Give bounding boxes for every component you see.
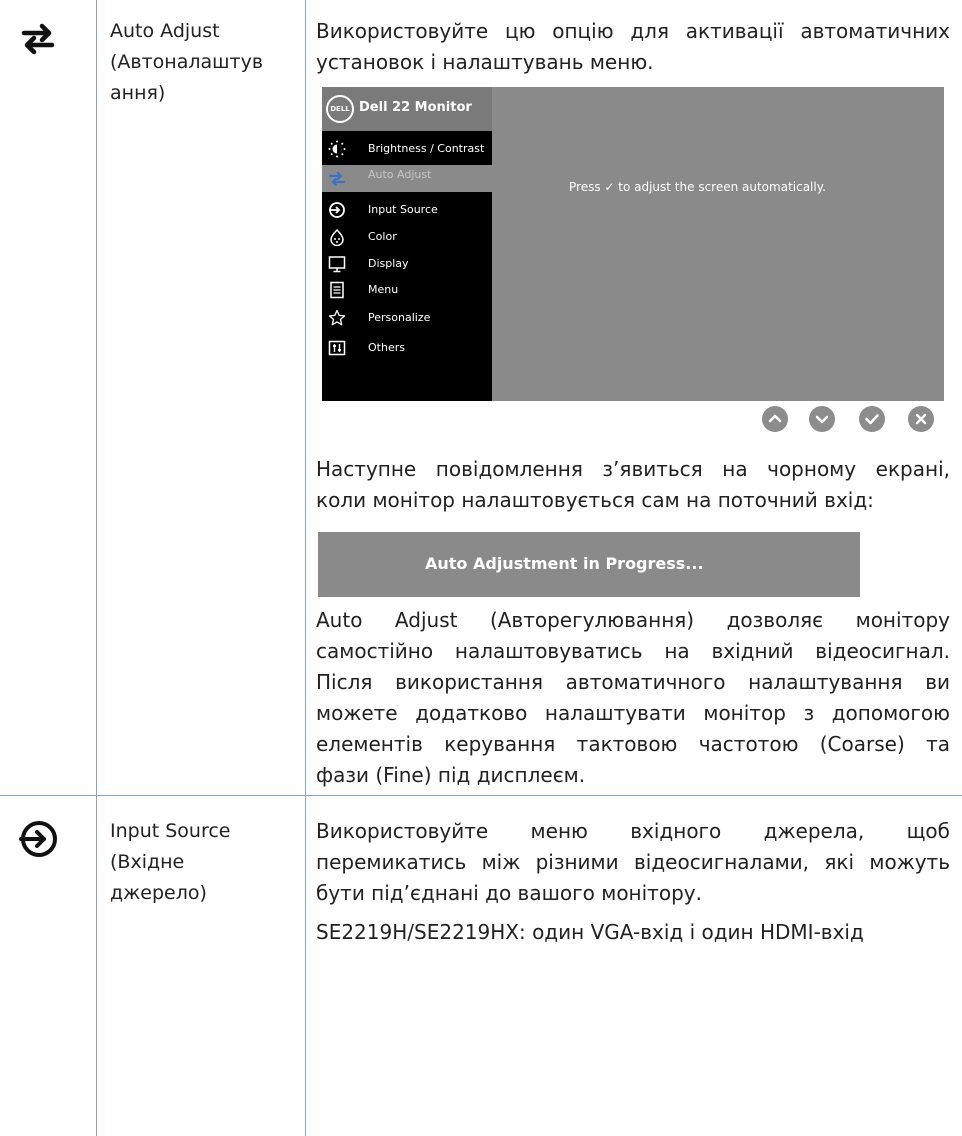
feature-translation-line: (Автоналаштув bbox=[110, 51, 264, 73]
text-line: бути під’єднані до вашого монітору. bbox=[316, 881, 702, 905]
feature-translation-line: джерело) bbox=[110, 882, 207, 904]
auto-adjust-body: Auto Adjust (Авторегулювання) дозволяє м… bbox=[316, 605, 950, 791]
display-monitor-icon bbox=[328, 256, 346, 273]
feature-name: Auto Adjust bbox=[110, 20, 220, 42]
check-icon[interactable] bbox=[859, 406, 885, 432]
osd-item-display[interactable]: Display bbox=[322, 251, 492, 278]
input-source-description: Використовуйте меню вхідного джерела, що… bbox=[316, 816, 950, 948]
osd-item-label: Brightness / Contrast bbox=[368, 142, 485, 155]
text-line: елементів керування тактовою частотою (C… bbox=[316, 732, 950, 756]
text-line: Після використання автоматичного налашту… bbox=[316, 670, 950, 694]
osd-item-label: Auto Adjust bbox=[368, 168, 432, 181]
osd-header: DELL Dell 22 Monitor bbox=[322, 87, 492, 131]
row-separator bbox=[0, 795, 962, 796]
after-osd-text: Наступне повідомлення з’явиться на чорно… bbox=[316, 454, 950, 516]
text-line: Auto Adjust (Авторегулювання) дозволяє м… bbox=[316, 608, 950, 632]
osd-item-brightness-contrast[interactable]: Brightness / Contrast bbox=[322, 136, 492, 163]
osd-item-input-source[interactable]: Input Source bbox=[322, 197, 492, 224]
text-line: Використовуйте цю опцію для активації ав… bbox=[316, 19, 950, 43]
feature-name: Input Source bbox=[110, 820, 231, 842]
osd-item-label: Menu bbox=[368, 283, 399, 296]
text-line: Наступне повідомлення з’явиться на чорно… bbox=[316, 457, 950, 481]
osd-item-menu[interactable]: Menu bbox=[322, 277, 492, 304]
osd-sidebar: DELL Dell 22 Monitor Brightness / Contra… bbox=[322, 87, 492, 401]
osd-item-label: Others bbox=[368, 341, 405, 354]
osd-item-personalize[interactable]: Personalize bbox=[322, 305, 492, 332]
color-palette-icon bbox=[330, 228, 344, 246]
dell-logo: DELL bbox=[326, 95, 354, 123]
input-source-icon bbox=[329, 202, 345, 218]
others-sliders-icon bbox=[328, 340, 346, 356]
star-icon bbox=[328, 309, 346, 326]
feature-name-input-source: Input Source (Вхідне джерело) bbox=[110, 816, 290, 909]
close-icon[interactable] bbox=[908, 406, 934, 432]
table-border-left bbox=[96, 0, 97, 1136]
text-line: фази (Fine) під дисплеєм. bbox=[316, 763, 586, 787]
chevron-up-icon[interactable] bbox=[762, 406, 788, 432]
osd-item-label: Input Source bbox=[368, 203, 438, 216]
osd-menu-screenshot: DELL Dell 22 Monitor Brightness / Contra… bbox=[322, 87, 944, 401]
feature-translation-line: (Вхідне bbox=[110, 851, 185, 873]
auto-adjust-icon bbox=[328, 171, 346, 187]
text-line: установок і налаштувань меню. bbox=[316, 50, 654, 74]
osd-item-label: Personalize bbox=[368, 311, 431, 324]
menu-document-icon bbox=[330, 281, 344, 299]
feature-translation-line: ання) bbox=[110, 82, 166, 104]
auto-adjust-intro: Використовуйте цю опцію для активації ав… bbox=[316, 16, 950, 78]
input-source-arrow-icon bbox=[18, 818, 78, 864]
osd-item-others[interactable]: Others bbox=[322, 335, 492, 362]
text-line: Використовуйте меню вхідного джерела, що… bbox=[316, 819, 950, 843]
chevron-down-icon[interactable] bbox=[809, 406, 835, 432]
auto-adjust-progress-banner: Auto Adjustment in Progress... bbox=[318, 532, 860, 597]
table-border-middle bbox=[305, 0, 306, 1136]
text-line: коли монітор налаштовується сам на поточ… bbox=[316, 488, 874, 512]
osd-item-label: Display bbox=[368, 257, 409, 270]
osd-item-color[interactable]: Color bbox=[322, 224, 492, 251]
feature-name-auto-adjust: Auto Adjust (Автоналаштув ання) bbox=[110, 16, 290, 109]
osd-item-auto-adjust[interactable]: Auto Adjust bbox=[322, 165, 492, 192]
auto-adjust-arrows-icon bbox=[18, 18, 78, 62]
text-line: можете додатково налаштувати монітор з д… bbox=[316, 701, 950, 725]
text-line: самостійно налаштовуватись на вхідний ві… bbox=[316, 639, 950, 663]
osd-message: Press ✓ to adjust the screen automatical… bbox=[569, 180, 826, 194]
brightness-icon bbox=[328, 140, 346, 158]
text-line: перемикатись між різними відеосигналами,… bbox=[316, 850, 950, 874]
progress-message: Auto Adjustment in Progress... bbox=[425, 554, 704, 573]
osd-title: Dell 22 Monitor bbox=[359, 100, 472, 115]
osd-item-label: Color bbox=[368, 230, 397, 243]
text-line: SE2219H/SE2219HX: один VGA-вхід і один H… bbox=[316, 920, 864, 944]
